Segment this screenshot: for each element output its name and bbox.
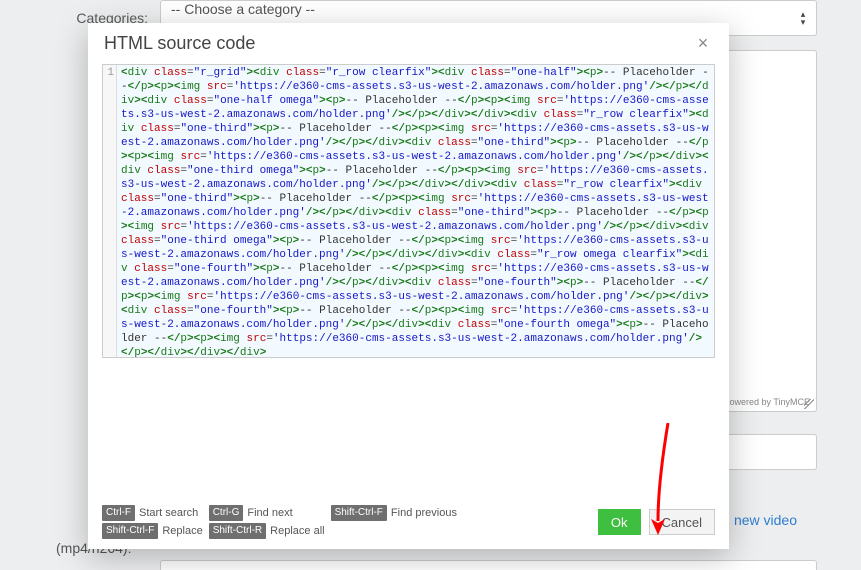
- kbd-find-next: Ctrl-G: [209, 505, 244, 521]
- kbd-replace: Shift-Ctrl-F: [102, 523, 158, 539]
- kbd-find-prev: Shift-Ctrl-F: [331, 505, 387, 521]
- label-find-prev: Find previous: [391, 506, 457, 520]
- label-find-next: Find next: [247, 506, 292, 520]
- line-number-1: 1: [103, 66, 114, 80]
- resize-grip-icon[interactable]: [804, 399, 814, 409]
- new-video-link[interactable]: new video: [734, 512, 797, 528]
- categories-selected-value: -- Choose a category --: [171, 1, 315, 17]
- powered-by-label: Powered by TinyMCE: [723, 397, 810, 407]
- line-gutter: 1: [103, 65, 117, 357]
- label-replace: Replace: [162, 524, 202, 538]
- ok-button[interactable]: Ok: [598, 509, 641, 535]
- modal-footer: Ctrl-F Start search Shift-Ctrl-F Replace…: [88, 499, 729, 549]
- code-content[interactable]: <div class="r_grid"><div class="r_row cl…: [117, 65, 714, 357]
- html-source-modal: HTML source code × 1 <div class="r_grid"…: [88, 23, 729, 549]
- kbd-replace-all: Shift-Ctrl-R: [209, 523, 266, 539]
- modal-header: HTML source code ×: [88, 23, 729, 62]
- label-start-search: Start search: [139, 506, 198, 520]
- close-icon[interactable]: ×: [693, 34, 713, 54]
- code-editor[interactable]: 1 <div class="r_grid"><div class="r_row …: [102, 64, 715, 358]
- modal-title: HTML source code: [104, 33, 255, 54]
- background-input-2[interactable]: [160, 560, 817, 570]
- keyboard-shortcuts: Ctrl-F Start search Shift-Ctrl-F Replace…: [102, 505, 457, 539]
- kbd-start-search: Ctrl-F: [102, 505, 135, 521]
- cancel-button[interactable]: Cancel: [649, 509, 715, 535]
- label-replace-all: Replace all: [270, 524, 324, 538]
- modal-body: 1 <div class="r_grid"><div class="r_row …: [88, 62, 729, 499]
- select-arrows-icon: ▴▾: [796, 10, 810, 26]
